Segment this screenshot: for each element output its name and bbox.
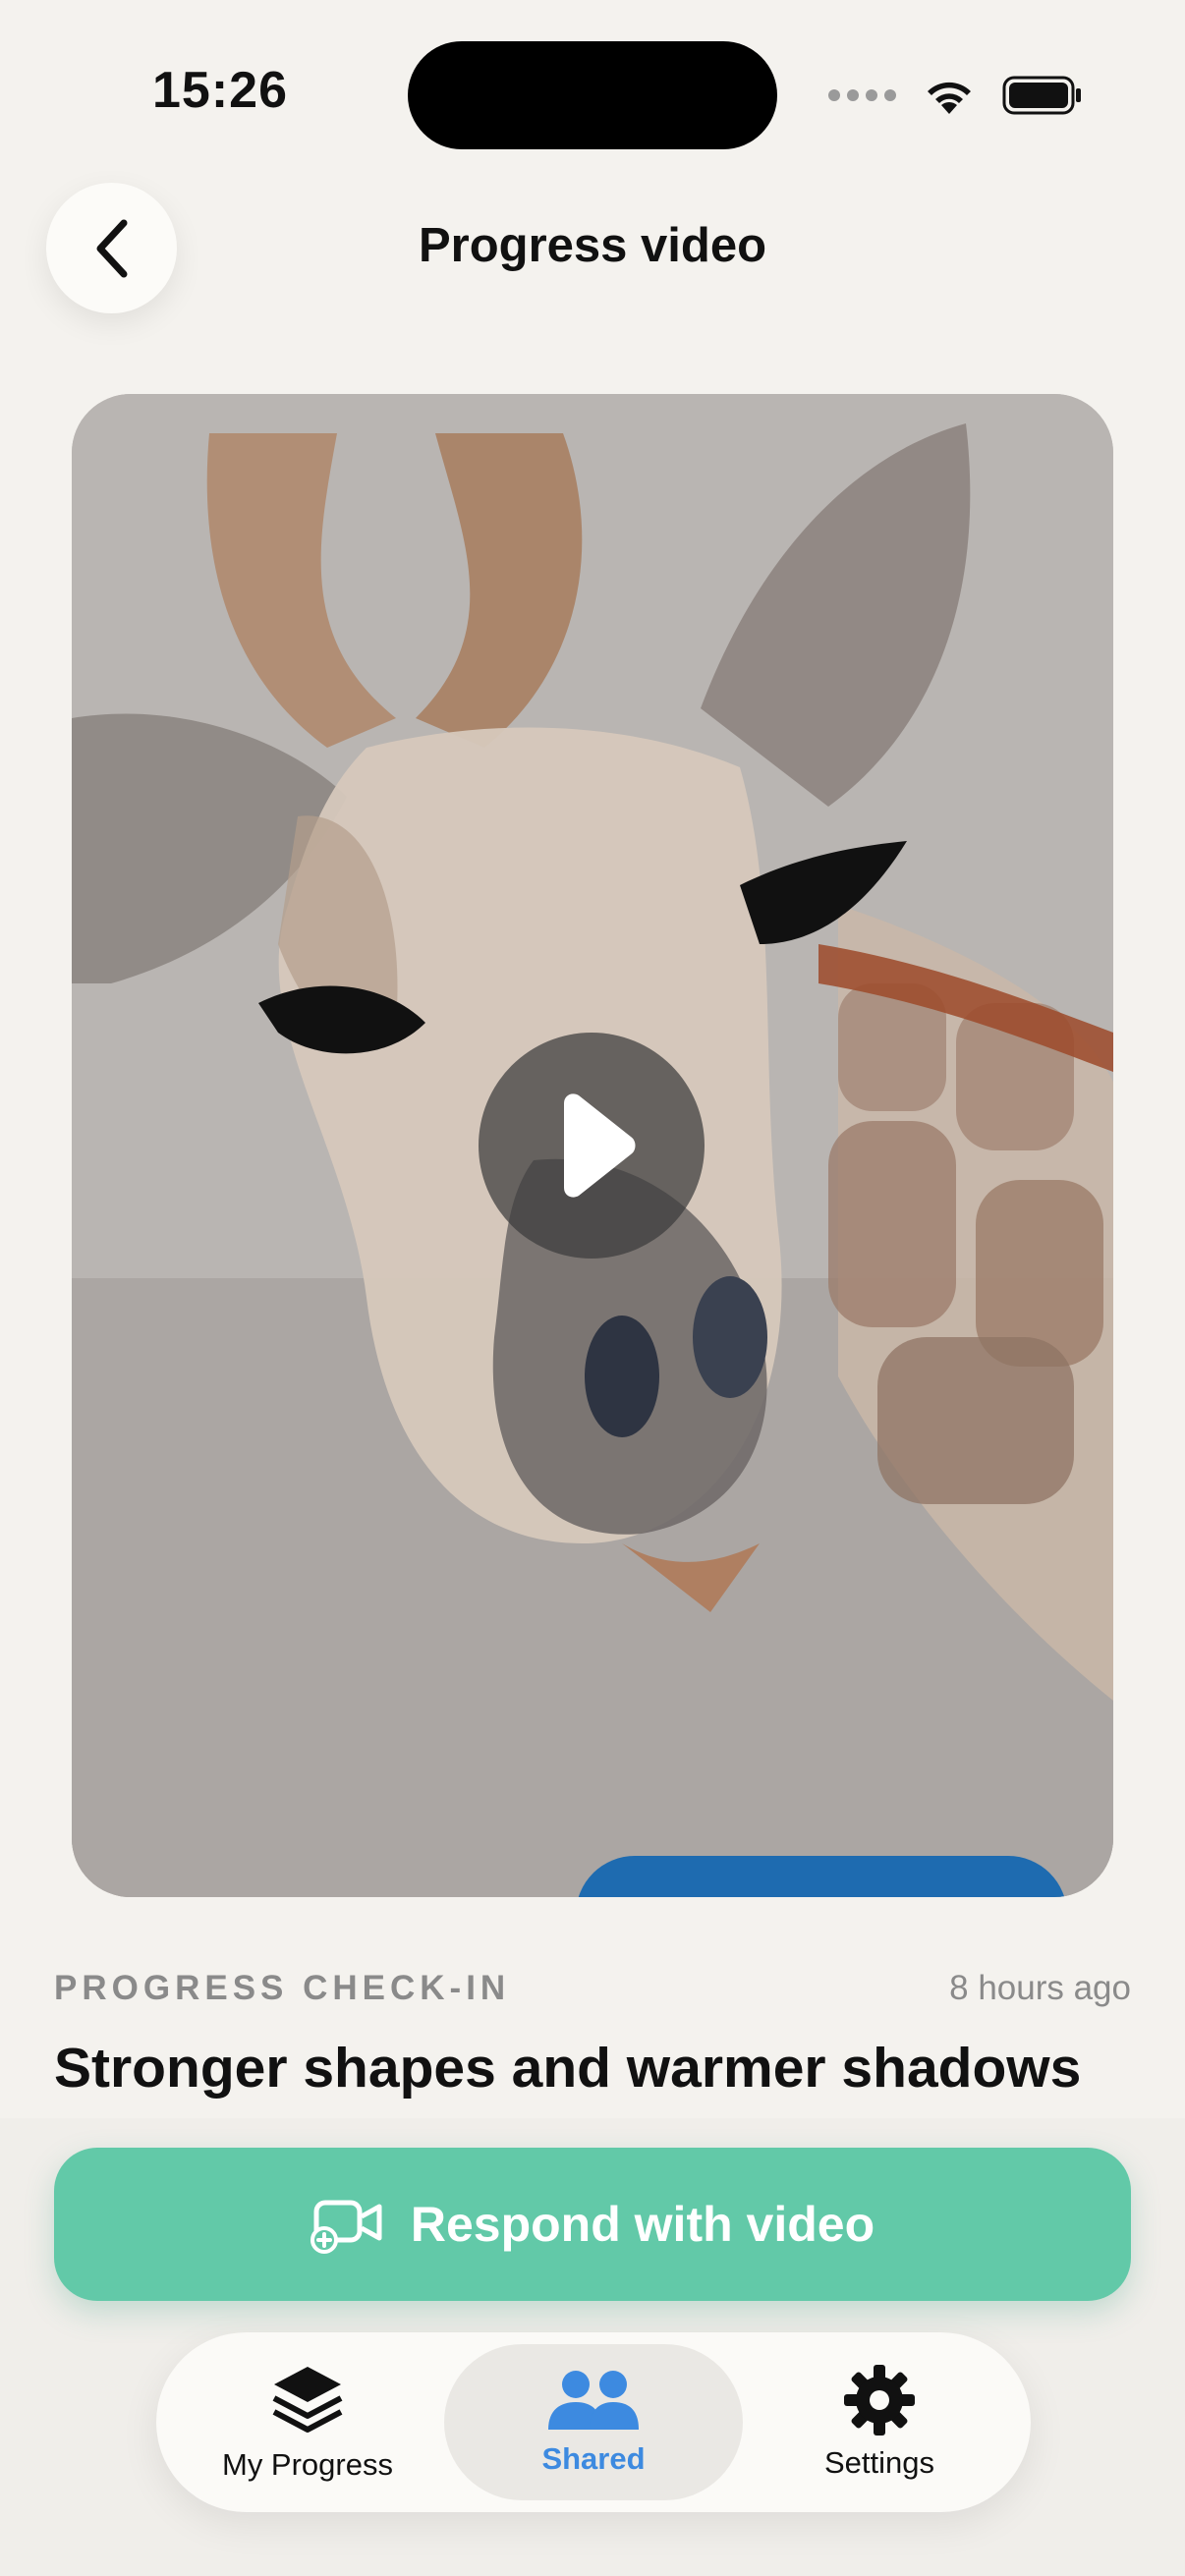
tab-label-shared: Shared [541, 2440, 646, 2476]
gear-icon [844, 2364, 915, 2436]
layers-icon [272, 2366, 343, 2433]
status-time: 15:26 [152, 62, 288, 119]
wifi-icon [928, 82, 971, 114]
tab-label-my-progress: My Progress [222, 2446, 393, 2482]
status-icons [828, 71, 1083, 120]
respond-with-video-button[interactable]: Respond with video [54, 2148, 1131, 2301]
tab-settings[interactable]: Settings [730, 2344, 1029, 2500]
respond-button-label: Respond with video [410, 2197, 875, 2252]
post-kicker: PROGRESS CHECK-IN [54, 1969, 511, 2007]
dynamic-island [408, 41, 777, 149]
tab-bar: My Progress Shared Settings [156, 2332, 1031, 2512]
post-title: Stronger shapes and warmer shadows [54, 2037, 1082, 2100]
play-button[interactable] [479, 1033, 705, 1259]
screen: 15:26 Progress video PROGRESS CHECK-IN 8… [0, 0, 1185, 2576]
post-time: 8 hours ago [949, 1969, 1131, 2007]
tab-shared[interactable]: Shared [444, 2344, 743, 2500]
video-add-icon [310, 2200, 382, 2254]
play-icon [564, 1093, 636, 1198]
tab-label-settings: Settings [823, 2444, 934, 2480]
people-icon [548, 2370, 639, 2430]
tab-my-progress[interactable]: My Progress [158, 2344, 457, 2500]
video-player[interactable] [72, 394, 1113, 1897]
page-title: Progress video [418, 219, 767, 272]
hidden-action-pill [576, 1856, 1067, 1897]
post-meta: PROGRESS CHECK-IN 8 hours ago [54, 1969, 1131, 2008]
battery-icon [1002, 76, 1081, 115]
cellular-signal-icon [828, 89, 896, 101]
